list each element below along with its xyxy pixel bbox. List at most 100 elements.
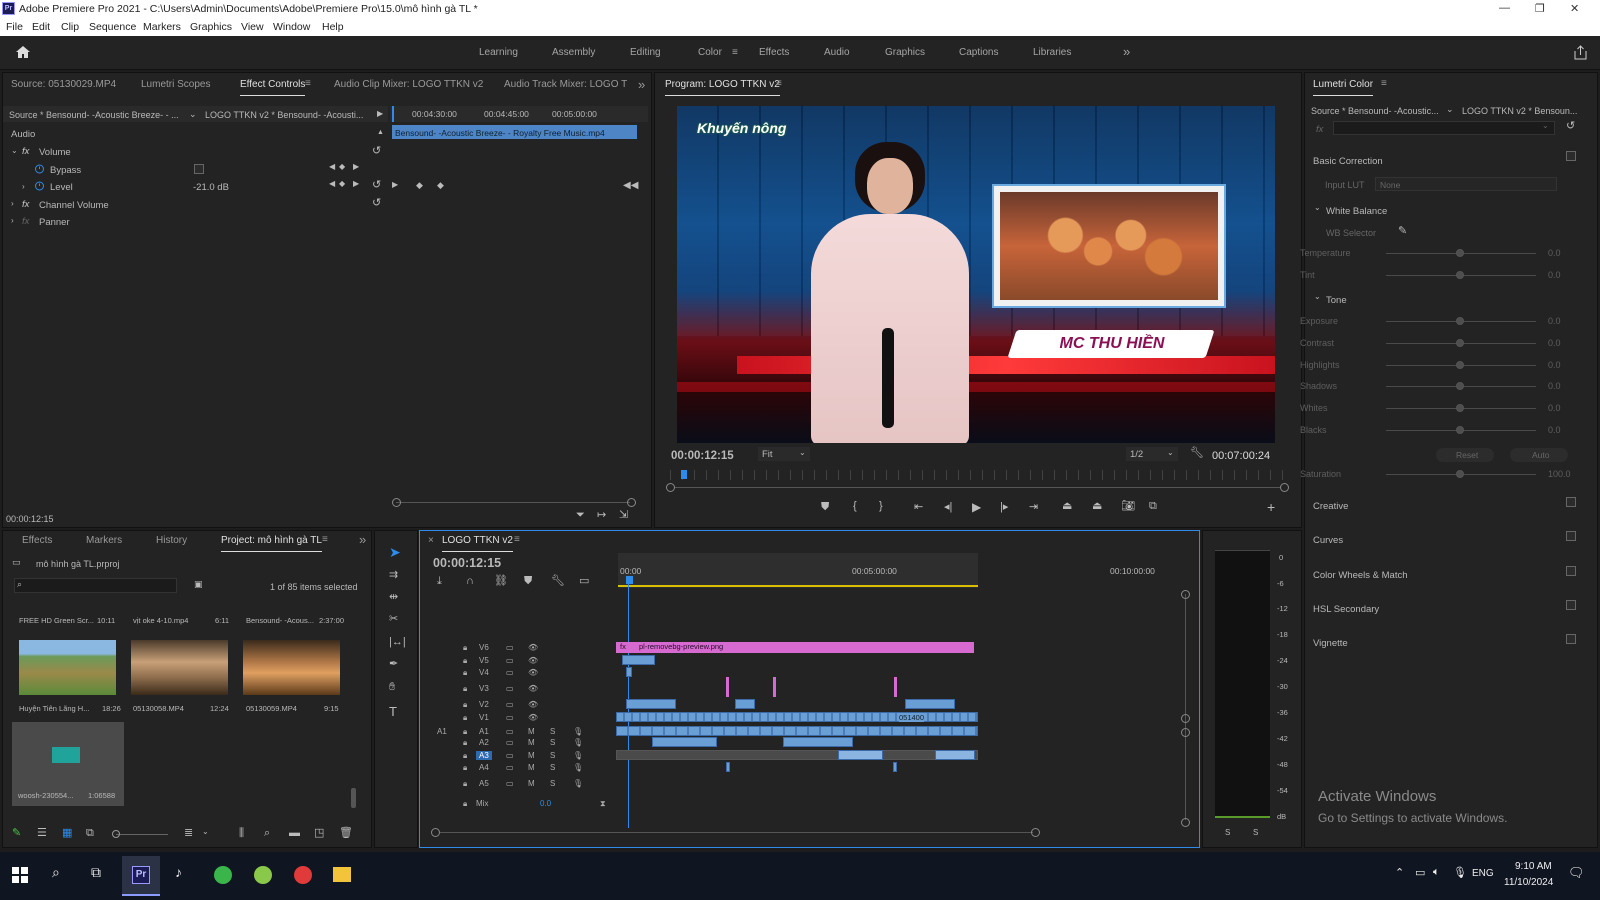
program-timecode[interactable]: 00:00:12:15 <box>671 450 734 462</box>
chevron-right-icon[interactable]: › <box>11 216 14 225</box>
go-to-out-icon[interactable]: ⇥ <box>1029 502 1038 513</box>
list-view-icon[interactable]: ☰ <box>37 828 47 839</box>
chevron-down-icon[interactable]: ⌄ <box>1314 292 1321 301</box>
step-forward-icon[interactable]: |▸ <box>1000 502 1008 513</box>
chevron-down-icon[interactable]: ⌄ <box>189 109 197 120</box>
ec-sequence-label[interactable]: LOGO TTKN v2 * Bensound- -Acousti... <box>205 110 363 120</box>
audio-item-selected[interactable]: woosh-230554... 1:06588 <box>12 722 124 806</box>
reset-icon[interactable]: ↺ <box>372 180 381 191</box>
clip-v3[interactable] <box>726 677 729 697</box>
mark-out-icon[interactable]: } <box>879 501 883 512</box>
chevron-down-icon[interactable]: ⌄ <box>1542 121 1549 130</box>
chrome-profile-icon[interactable] <box>294 866 312 884</box>
meter-solo-left[interactable]: S <box>1225 828 1230 837</box>
lift-icon[interactable]: ⏏ <box>1062 501 1072 512</box>
project-scrollbar[interactable] <box>351 788 356 808</box>
minimize-icon[interactable]: — <box>1499 2 1510 14</box>
chevron-up-icon[interactable]: ⌃ <box>1395 866 1404 879</box>
windows-start-icon[interactable] <box>12 867 28 883</box>
chevron-down-icon[interactable]: ⌄ <box>1314 203 1321 212</box>
find-icon[interactable]: ⌕ <box>264 828 270 839</box>
timeline-title[interactable]: LOGO TTKN v2 <box>442 535 513 552</box>
program-title[interactable]: Program: LOGO TTKN v2 <box>665 79 780 96</box>
slider-saturation[interactable]: Saturation 100.0 <box>1300 469 1571 481</box>
clip-thumbnail[interactable] <box>243 640 340 695</box>
reset-icon[interactable]: ↺ <box>372 146 381 157</box>
menu-view[interactable]: View <box>241 21 264 33</box>
track-header-a2[interactable]: 🔒︎ A2 ▭ M S 🎙︎ <box>420 737 615 749</box>
keyframe-nav-icon[interactable]: ◀◀ <box>623 181 638 191</box>
wrench-icon[interactable]: 🔧︎ <box>551 576 565 587</box>
language-indicator[interactable]: ENG <box>1472 868 1494 879</box>
add-button-icon[interactable]: + <box>1267 500 1275 514</box>
slip-tool-icon[interactable]: |↔| <box>389 637 406 648</box>
ec-playhead[interactable] <box>392 106 394 122</box>
clip-v2[interactable] <box>905 699 955 709</box>
chevron-right-icon[interactable]: › <box>22 182 25 191</box>
program-video-frame[interactable]: Khuyến nông MC THU HIỀN <box>677 106 1275 443</box>
clip-v2[interactable] <box>735 699 755 709</box>
clip-v3[interactable] <box>773 677 776 697</box>
premiere-taskbar-icon[interactable]: Pr <box>132 866 150 884</box>
notification-icon[interactable]: 🗨︎ <box>1568 865 1585 881</box>
tab-audio-clip-mixer[interactable]: Audio Clip Mixer: LOGO TTKN v2 <box>334 79 483 90</box>
trash-icon[interactable]: 🗑︎ <box>339 828 353 839</box>
mark-in-icon[interactable]: { <box>853 501 857 512</box>
scroll-up-icon[interactable]: ▲ <box>377 129 384 136</box>
tab-project[interactable]: Project: mô hình gà TL <box>221 535 322 552</box>
play-icon[interactable]: ▶ <box>972 501 981 513</box>
clip-a3[interactable] <box>838 750 883 760</box>
ripple-edit-tool-icon[interactable]: ⇹ <box>389 592 398 603</box>
program-zoom-bar[interactable] <box>674 487 1281 488</box>
timeline-timecode[interactable]: 00:00:12:15 <box>433 556 501 570</box>
mic-icon[interactable]: 🎙︎ <box>1453 866 1467 879</box>
eyedropper-icon[interactable]: ✎ <box>1398 226 1407 237</box>
linked-selection-icon[interactable]: ⛓ <box>494 576 508 587</box>
comparison-view-icon[interactable]: ⧉ <box>1149 501 1157 512</box>
chevron-down-icon[interactable]: ⌄ <box>202 828 209 836</box>
clip-a2[interactable] <box>652 737 717 747</box>
reset-icon[interactable]: ↺ <box>1566 121 1575 132</box>
workspace-libraries[interactable]: Libraries <box>1033 47 1071 58</box>
panner-effect[interactable]: Panner <box>39 217 70 228</box>
new-item-icon[interactable]: ◳ <box>314 828 324 839</box>
chevron-down-icon[interactable]: ⌄ <box>11 146 18 155</box>
search-icon[interactable]: ⌕ <box>52 864 60 881</box>
workspace-graphics[interactable]: Graphics <box>885 47 925 58</box>
tab-lumetri-scopes[interactable]: Lumetri Scopes <box>141 79 210 90</box>
workspace-menu-icon[interactable]: ≡ <box>732 47 738 58</box>
menu-edit[interactable]: Edit <box>32 21 50 33</box>
panel-overflow-icon[interactable]: » <box>638 77 645 92</box>
add-keyframe-icon[interactable]: ◆ <box>339 163 345 171</box>
workspace-captions[interactable]: Captions <box>959 47 998 58</box>
tiktok-icon[interactable]: ♪ <box>175 864 182 880</box>
add-marker-icon[interactable]: ⛊ <box>821 502 829 513</box>
pencil-icon[interactable]: ✎ <box>12 828 21 839</box>
slider-exposure[interactable]: Exposure 0.0 <box>1300 316 1570 328</box>
clip-a1[interactable] <box>616 726 978 736</box>
volume-effect[interactable]: Volume <box>39 147 71 158</box>
work-area-bar[interactable] <box>618 585 978 587</box>
add-keyframe-icon[interactable]: ◆ <box>339 180 345 188</box>
scroll-handle-left[interactable] <box>392 498 401 507</box>
ec-zoom-scrollbar[interactable] <box>396 502 630 503</box>
panel-menu-icon[interactable]: ≡ <box>322 534 328 545</box>
timeline-vertical-scrollbar[interactable] <box>1185 594 1186 820</box>
pen-tool-icon[interactable]: ✒ <box>389 659 398 670</box>
tab-effects[interactable]: Effects <box>22 535 52 546</box>
filter-icon[interactable]: ⏷ <box>576 510 585 521</box>
tab-history[interactable]: History <box>156 535 187 546</box>
bypass-checkbox[interactable] <box>194 164 204 174</box>
menu-help[interactable]: Help <box>322 21 344 33</box>
scroll-handle-right[interactable] <box>1031 828 1040 837</box>
nest-icon[interactable]: ⤓ <box>437 576 442 587</box>
snap-icon[interactable]: ∩ <box>466 576 474 587</box>
menu-clip[interactable]: Clip <box>61 21 79 33</box>
timeline-work-area[interactable] <box>618 553 978 588</box>
slider-blacks[interactable]: Blacks 0.0 <box>1300 425 1570 437</box>
freeform-view-icon[interactable]: ⧉ <box>86 828 94 839</box>
zoom-dropdown[interactable]: Fit ⌄ <box>758 447 810 461</box>
channel-volume-effect[interactable]: Channel Volume <box>39 200 109 211</box>
sort-icon[interactable]: ≣ <box>184 828 193 839</box>
meter-solo-right[interactable]: S <box>1253 828 1258 837</box>
